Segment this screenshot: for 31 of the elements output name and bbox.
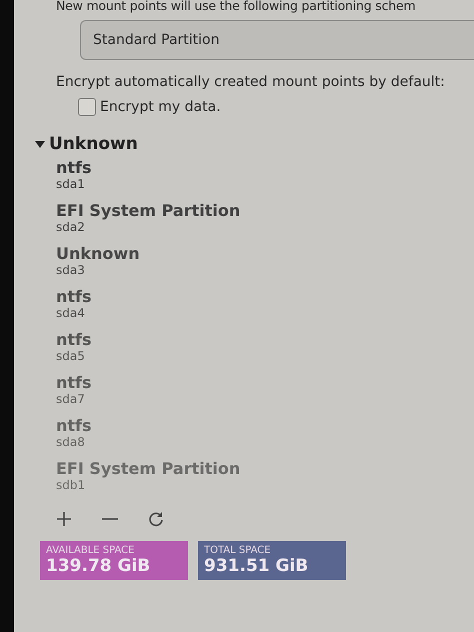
space-value: 139.78 GiB: [46, 556, 150, 576]
device-name: sda7: [56, 392, 85, 407]
partition-name[interactable]: ntfs: [56, 287, 92, 306]
device-name: sda5: [56, 349, 85, 364]
partition-name[interactable]: Unknown: [56, 244, 140, 263]
device-name: sda4: [56, 306, 85, 321]
device-name: sda2: [56, 220, 85, 235]
partition-name[interactable]: ntfs: [56, 330, 92, 349]
device-name: sda3: [56, 263, 85, 278]
checkbox-label: Encrypt my data.: [100, 99, 221, 115]
plus-icon: [56, 511, 72, 527]
space-value: 931.51 GiB: [204, 556, 308, 576]
minus-icon: [102, 518, 118, 520]
scheme-label: New mount points will use the following partitioning schem: [56, 0, 416, 14]
device-name: sda8: [56, 435, 85, 450]
partition-name[interactable]: ntfs: [56, 158, 92, 177]
expander-icon[interactable]: [34, 138, 46, 150]
partition-name[interactable]: EFI System Partition: [56, 201, 240, 220]
encrypt-checkbox[interactable]: [78, 98, 96, 116]
refresh-icon: [148, 511, 164, 527]
scheme-dropdown[interactable]: Standard Partition: [80, 20, 474, 60]
encrypt-label: Encrypt automatically created mount points by default:: [56, 74, 446, 90]
partition-name[interactable]: EFI System Partition: [56, 459, 240, 478]
partition-name[interactable]: ntfs: [56, 373, 92, 392]
add-button[interactable]: [54, 509, 74, 529]
group-title: Unknown: [49, 134, 138, 154]
partition-name[interactable]: ntfs: [56, 416, 92, 435]
space-label: AVAILABLE SPACE: [46, 545, 134, 556]
device-name: sda1: [56, 177, 85, 192]
space-label: TOTAL SPACE: [204, 545, 271, 556]
device-name: sdb1: [56, 478, 86, 493]
